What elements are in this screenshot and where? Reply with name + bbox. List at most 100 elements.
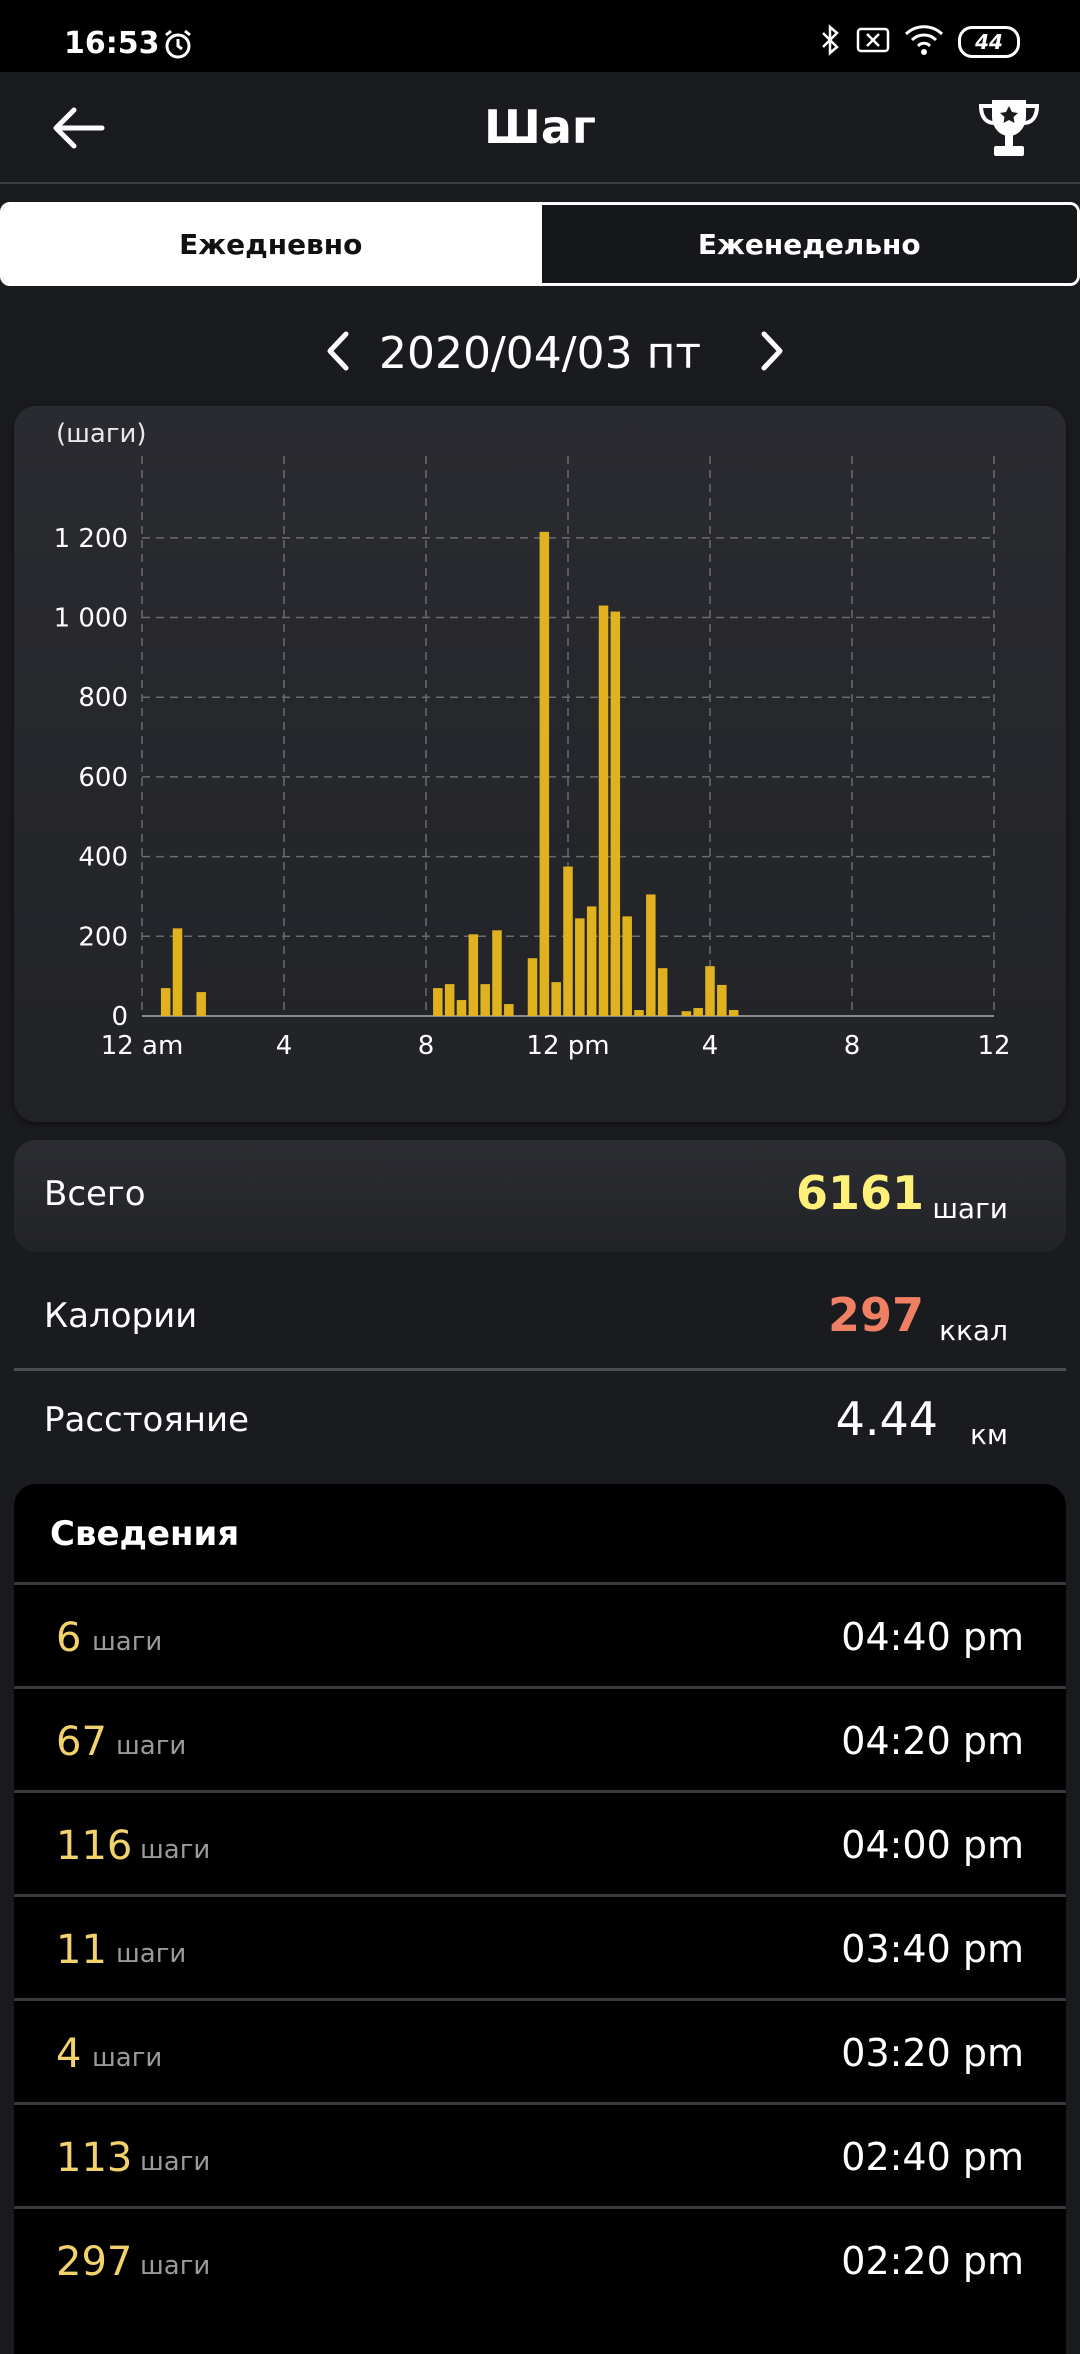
step-bar <box>705 966 715 1016</box>
detail-time: 04:20 pm <box>841 1719 1024 1763</box>
distance-value: 4.44 <box>835 1392 938 1446</box>
step-bar <box>646 894 656 1016</box>
distance-row: Расстояние 4.44 км <box>14 1372 1066 1474</box>
detail-row: 113 шаги 02:40 pm <box>14 2102 1066 2209</box>
detail-time: 02:20 pm <box>841 2239 1024 2283</box>
y-tick-label: 0 <box>111 1002 128 1032</box>
x-tick-label: 8 <box>418 1031 435 1061</box>
step-bar <box>551 982 561 1016</box>
detail-time: 04:40 pm <box>841 1615 1024 1659</box>
x-tick-label: 4 <box>702 1031 719 1061</box>
step-bar <box>480 984 490 1016</box>
detail-steps-unit: шаги <box>140 2251 211 2281</box>
alarm-icon <box>162 28 194 64</box>
detail-steps-value: 113 <box>56 2135 133 2181</box>
detail-time: 03:20 pm <box>841 2031 1024 2075</box>
tab-weekly[interactable]: Еженедельно <box>538 205 1077 283</box>
detail-steps-unit: шаги <box>116 1939 187 1969</box>
bluetooth-icon <box>820 24 842 60</box>
step-bar <box>563 866 573 1016</box>
step-bar <box>575 918 585 1016</box>
detail-steps-value: 67 <box>56 1719 107 1765</box>
step-bar <box>681 1011 692 1016</box>
y-tick-label: 600 <box>78 763 128 793</box>
no-sim-icon <box>856 26 890 58</box>
distance-label: Расстояние <box>44 1400 250 1440</box>
detail-steps-value: 4 <box>56 2031 82 2077</box>
detail-row: 116 шаги 04:00 pm <box>14 1790 1066 1897</box>
detail-steps-unit: шаги <box>140 2147 211 2177</box>
status-bar: 16:53 44 <box>0 0 1080 72</box>
step-bar <box>456 1000 467 1016</box>
calories-unit: ккал <box>939 1314 1008 1347</box>
step-bar <box>610 611 621 1016</box>
step-bar <box>433 988 443 1016</box>
total-label: Всего <box>44 1174 146 1214</box>
chevron-right-icon[interactable] <box>752 326 792 376</box>
step-bar <box>444 984 455 1016</box>
detail-steps-unit: шаги <box>116 1731 187 1761</box>
step-bar <box>539 531 550 1016</box>
period-tabs: Ежедневно Еженедельно <box>0 202 1080 286</box>
y-tick-label: 400 <box>78 843 128 873</box>
step-bar <box>492 930 502 1016</box>
total-card: Всего 6161 шаги <box>14 1140 1066 1252</box>
detail-steps-value: 116 <box>56 1823 133 1869</box>
detail-time: 03:40 pm <box>841 1927 1024 1971</box>
battery-icon: 44 <box>958 26 1020 58</box>
y-axis-label: (шаги) <box>56 419 147 449</box>
y-tick-label: 1 000 <box>54 604 128 634</box>
x-tick-label: 12 <box>977 1031 1010 1061</box>
calories-row: Калории 297 ккал <box>14 1266 1066 1371</box>
detail-row: 11 шаги 03:40 pm <box>14 1894 1066 2001</box>
detail-steps-unit: шаги <box>92 1627 163 1657</box>
details-title: Сведения <box>50 1514 240 1554</box>
detail-steps-value: 11 <box>56 1927 107 1973</box>
status-time: 16:53 <box>64 26 160 61</box>
calories-label: Калории <box>44 1296 198 1336</box>
x-tick-label: 8 <box>844 1031 861 1061</box>
detail-row: 6 шаги 04:40 pm <box>14 1582 1066 1689</box>
current-date: 2020/04/03 пт <box>379 328 701 379</box>
app-bar: Шаг <box>0 72 1080 184</box>
detail-time: 04:00 pm <box>841 1823 1024 1867</box>
distance-unit: км <box>969 1418 1008 1451</box>
step-bar <box>622 916 632 1016</box>
tab-daily[interactable]: Ежедневно <box>3 205 539 283</box>
date-navigator: 2020/04/03 пт <box>0 316 1080 386</box>
steps-chart-card: (шаги) 0 200 400 600 800 1 000 1 200 12 am 4 8 12 p… <box>14 406 1066 1122</box>
total-unit: шаги <box>932 1192 1008 1225</box>
step-bar <box>634 1010 644 1016</box>
x-tick-label: 4 <box>276 1031 293 1061</box>
page-title: Шаг <box>484 100 596 154</box>
wifi-icon <box>904 24 944 60</box>
detail-steps-value: 297 <box>56 2239 133 2285</box>
step-bar <box>172 928 183 1016</box>
step-bar <box>693 1008 703 1016</box>
step-bar <box>717 984 727 1016</box>
detail-steps-value: 6 <box>56 1615 82 1661</box>
step-bar <box>504 1004 514 1016</box>
detail-row: 297 шаги 02:20 pm <box>14 2206 1066 2313</box>
x-tick-label: 12 pm <box>526 1031 609 1061</box>
step-bar <box>728 1010 739 1016</box>
trophy-icon[interactable] <box>976 94 1042 162</box>
detail-row: 67 шаги 04:20 pm <box>14 1686 1066 1793</box>
step-bar <box>586 906 597 1016</box>
detail-time: 02:40 pm <box>841 2135 1024 2179</box>
detail-row: 4 шаги 03:20 pm <box>14 1998 1066 2105</box>
details-panel: Сведения 6 шаги 04:40 pm 67 шаги 04:20 pm 116 ш… <box>14 1484 1066 2354</box>
total-value: 6161 <box>795 1166 924 1220</box>
y-tick-label: 200 <box>78 922 128 952</box>
y-tick-label: 800 <box>78 683 128 713</box>
steps-chart: (шаги) 0 200 400 600 800 1 000 1 200 12 am 4 8 12 p… <box>54 419 1011 1061</box>
x-tick-label: 12 am <box>101 1031 184 1061</box>
y-tick-label: 1 200 <box>54 524 128 554</box>
step-bar <box>196 992 206 1016</box>
calories-value: 297 <box>827 1288 924 1342</box>
detail-steps-unit: шаги <box>140 1835 211 1865</box>
step-bar <box>468 934 479 1016</box>
step-bar <box>527 958 538 1016</box>
detail-steps-unit: шаги <box>92 2043 163 2073</box>
step-bar <box>657 968 668 1016</box>
